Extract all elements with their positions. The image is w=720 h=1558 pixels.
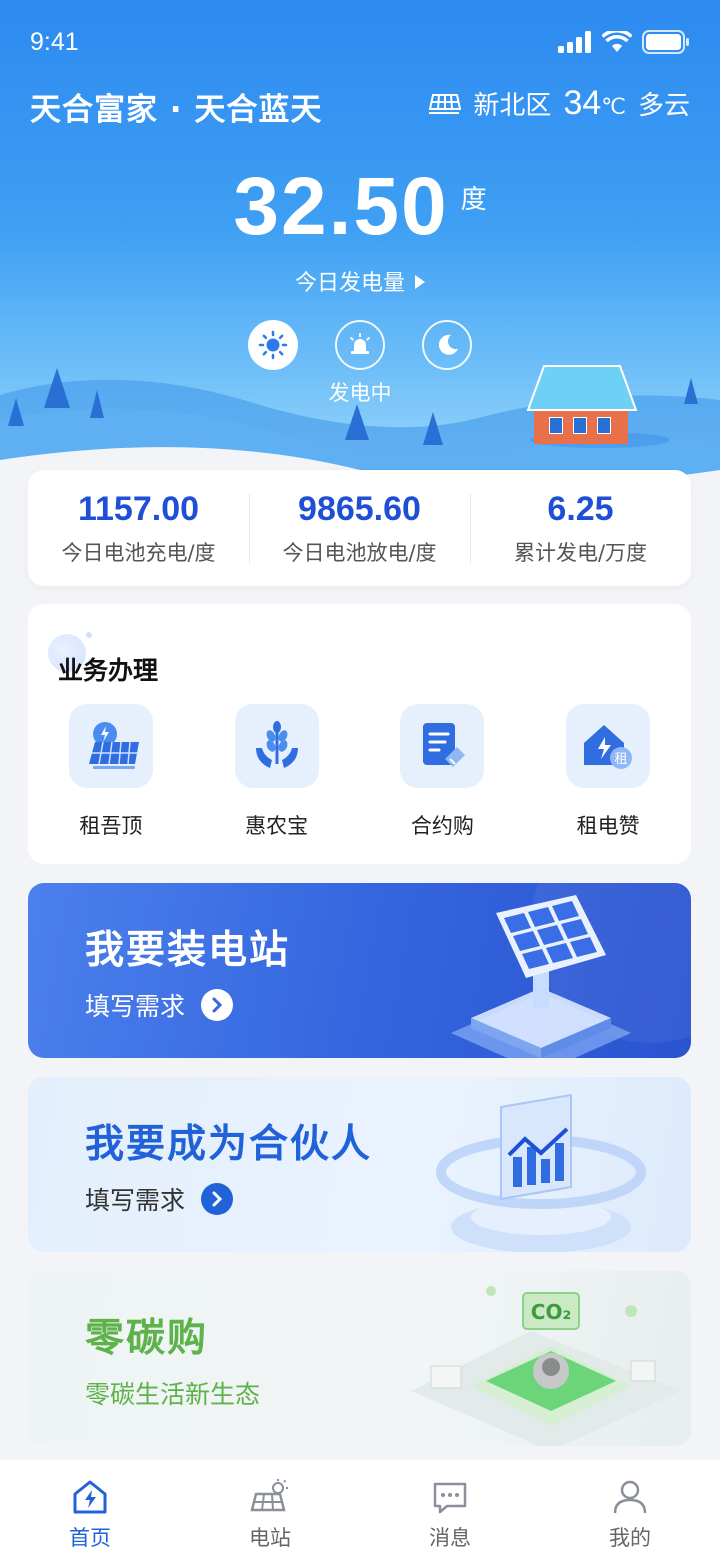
stat-value: 6.25	[547, 489, 614, 528]
station-selector[interactable]: 天合富家 · 天合蓝天	[30, 84, 322, 129]
battery-icon	[642, 30, 689, 54]
service-farm-treasure[interactable]: 惠农宝	[194, 704, 360, 840]
co2-text: CO₂	[531, 1300, 571, 1324]
tab-messages[interactable]: 消息	[360, 1460, 540, 1558]
stat-label: 今日电池充电/度	[61, 540, 216, 565]
generation-label-link[interactable]: 今日发电量	[0, 265, 720, 297]
tab-label: 消息	[429, 1526, 471, 1550]
temperature-value: 34	[563, 84, 602, 122]
banner-cta[interactable]: 填写需求	[85, 987, 234, 1023]
service-rent-power[interactable]: 租 租电赞	[525, 704, 691, 840]
stat-total[interactable]: 6.25 累计发电/万度	[470, 490, 691, 567]
service-label: 合约购	[410, 814, 474, 838]
stat-charge[interactable]: 1157.00 今日电池充电/度	[28, 490, 249, 567]
sun-icon[interactable]	[248, 320, 298, 370]
status-bar: 9:41	[0, 0, 720, 84]
service-label: 租电赞	[576, 814, 640, 838]
generation-label: 今日发电量	[294, 271, 405, 296]
generation-display: 32.50 度	[0, 160, 720, 254]
banner-subtitle: 零碳生活新生态	[85, 1380, 261, 1409]
mode-indicators	[0, 320, 720, 370]
status-time: 9:41	[30, 28, 79, 56]
stat-discharge[interactable]: 9865.60 今日电池放电/度	[249, 490, 470, 567]
stats-card: 1157.00 今日电池充电/度 9865.60 今日电池放电/度 6.25 累…	[28, 470, 691, 586]
header-bar: 天合富家 · 天合蓝天 新北区 34℃ 多云	[0, 84, 720, 128]
tab-label: 我的	[609, 1526, 651, 1550]
moon-icon[interactable]	[422, 320, 472, 370]
banner-cta[interactable]: 填写需求	[85, 1181, 234, 1217]
home-icon	[73, 1480, 107, 1514]
banner-title: 我要成为合伙人	[85, 1122, 373, 1167]
wifi-icon	[602, 31, 632, 52]
solar-station-icon	[250, 1479, 288, 1512]
house-rent-icon: 租	[566, 704, 651, 788]
install-station-banner[interactable]: 我要装电站 填写需求	[28, 883, 691, 1058]
co2-city-illustration: CO₂	[411, 1286, 681, 1446]
solar-panel-illustration	[451, 883, 691, 1058]
temperature: 34℃	[563, 84, 626, 123]
stat-label: 今日电池放电/度	[282, 540, 437, 565]
signal-icon	[558, 31, 591, 53]
generation-status: 发电中	[328, 381, 392, 405]
banner-title: 零碳购	[85, 1316, 209, 1361]
caret-right-icon	[415, 275, 425, 289]
contract-icon	[400, 704, 485, 788]
message-icon	[433, 1482, 467, 1514]
service-label: 租吾顶	[79, 814, 143, 838]
user-icon	[613, 1480, 647, 1514]
alarm-icon[interactable]	[335, 320, 385, 370]
become-partner-banner[interactable]: 我要成为合伙人 填写需求	[28, 1077, 691, 1252]
generation-unit: 度	[460, 185, 487, 215]
stat-label: 累计发电/万度	[513, 540, 648, 565]
solar-panel-icon	[429, 93, 462, 114]
service-label: 惠农宝	[245, 814, 309, 838]
chevron-right-icon	[201, 989, 234, 1021]
generation-value: 32.50	[233, 161, 449, 252]
weather-info: 新北区 34℃ 多云	[427, 84, 690, 123]
district: 新北区	[473, 91, 552, 121]
services-grid: 租吾顶 惠农宝 合约购 租 租电赞	[28, 704, 691, 840]
hero-section: 9:41 天合富家 · 天合蓝天 新北区 34℃ 多云 32.50 度 今日发电…	[0, 0, 720, 500]
temperature-unit: ℃	[601, 94, 626, 119]
solar-panel-icon	[68, 704, 153, 788]
weather-condition: 多云	[637, 91, 690, 121]
services-card: 业务办理 租吾顶 惠农宝 合约购 租 租电赞	[28, 604, 691, 864]
tab-label: 首页	[69, 1526, 111, 1550]
tab-profile[interactable]: 我的	[540, 1460, 720, 1558]
tab-bar: 首页 电站 消息 我的	[0, 1460, 720, 1558]
zero-carbon-banner[interactable]: CO₂ 零碳购 零碳生活新生态	[28, 1271, 691, 1446]
stat-value: 9865.60	[298, 489, 421, 528]
service-rent-roof[interactable]: 租吾顶	[28, 704, 194, 840]
title-decoration-dot	[86, 632, 92, 638]
banner-cta-label: 填写需求	[85, 992, 186, 1021]
banner-cta-label: 填写需求	[85, 1186, 186, 1215]
status-icons	[558, 30, 690, 54]
wheat-hands-icon	[234, 704, 319, 788]
stat-value: 1157.00	[77, 489, 200, 528]
growth-chart-illustration	[436, 1093, 646, 1252]
chevron-right-icon	[201, 1183, 234, 1215]
tab-home[interactable]: 首页	[0, 1460, 180, 1558]
services-title: 业务办理	[58, 656, 159, 685]
rent-badge: 租	[615, 752, 628, 767]
service-contract-buy[interactable]: 合约购	[360, 704, 526, 840]
tab-station[interactable]: 电站	[180, 1460, 360, 1558]
banner-title: 我要装电站	[85, 928, 291, 973]
tab-label: 电站	[249, 1526, 291, 1550]
